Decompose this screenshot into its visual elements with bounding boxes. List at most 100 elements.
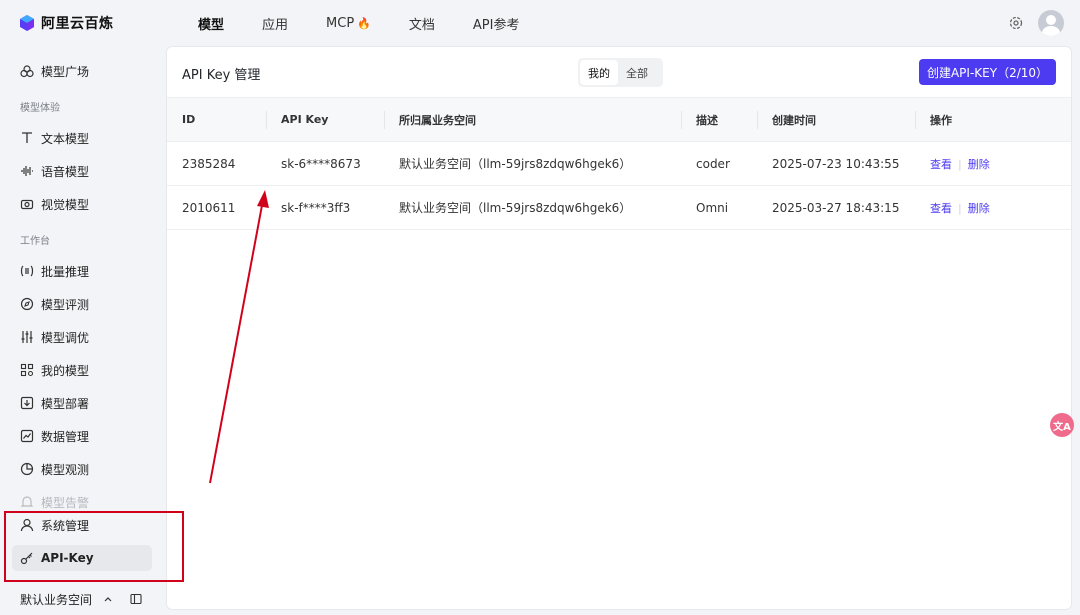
sidebar-item-system-mgmt[interactable]: 系统管理 (12, 512, 152, 538)
line-chart-icon (20, 429, 34, 443)
sidebar-item-label: 批量推理 (41, 264, 90, 279)
col-workspace: 所归属业务空间 (384, 97, 681, 142)
cell-workspace: 默认业务空间（llm-59jrs8zdqw6hgek6） (399, 157, 632, 171)
col-desc: 描述 (681, 97, 757, 142)
sidebar-item-api-key[interactable]: API-Key (12, 545, 152, 571)
nav-docs[interactable]: 文档 (409, 14, 435, 33)
cell-id: 2385284 (182, 156, 236, 171)
view-link[interactable]: 查看 (930, 158, 952, 171)
nav-apps-label: 应用 (262, 17, 289, 33)
cell-desc: coder (696, 156, 730, 171)
workspace-name: 默认业务空间 (20, 592, 93, 607)
translate-icon[interactable]: 文A (1050, 413, 1074, 437)
sidebar-item-model-eval[interactable]: 模型评测 (12, 291, 152, 317)
create-api-key-button[interactable]: 创建API-KEY（2/10） (919, 59, 1056, 85)
collapse-panel-icon[interactable] (130, 593, 142, 605)
sidebar-item-label: 我的模型 (41, 363, 90, 378)
sidebar-item-my-models[interactable]: 我的模型 (12, 357, 152, 383)
scope-mine[interactable]: 我的 (580, 60, 618, 85)
sidebar-item-vision-model[interactable]: 视觉模型 (12, 191, 152, 217)
api-key-table: ID API Key 所归属业务空间 描述 创建时间 操作 2385284 sk… (167, 97, 1071, 230)
page-title: API Key 管理 (182, 68, 261, 83)
top-nav: 模型 应用 MCP 🔥 文档 API参考 (198, 14, 557, 33)
brand-logo-icon (20, 15, 34, 31)
cell-api-key: sk-6****8673 (281, 156, 361, 171)
sidebar-group-workbench: 工作台 (20, 236, 50, 247)
cell-workspace: 默认业务空间（llm-59jrs8zdqw6hgek6） (399, 201, 632, 215)
sidebar-item-model-tuning[interactable]: 模型调优 (12, 324, 152, 350)
list-brackets-icon (20, 265, 34, 277)
sidebar: 模型广场 模型体验 文本模型 语音模型 视觉模型 工作台 批量推理 模型评测 模… (0, 46, 166, 615)
brand[interactable]: 阿里云百炼 (18, 13, 178, 33)
scope-toggle: 我的 全部 (578, 58, 663, 87)
sidebar-item-text-model[interactable]: 文本模型 (12, 125, 152, 151)
compass-icon (20, 297, 34, 311)
sidebar-item-model-deploy[interactable]: 模型部署 (12, 390, 152, 416)
delete-link[interactable]: 删除 (968, 202, 990, 215)
action-divider: | (958, 201, 962, 215)
sidebar-item-label: 模型广场 (41, 64, 90, 79)
sidebar-item-label: API-Key (41, 551, 94, 565)
sidebar-item-label: 系统管理 (41, 518, 90, 533)
nav-models[interactable]: 模型 (198, 14, 224, 33)
sidebar-item-label: 文本模型 (41, 131, 90, 146)
nav-models-label: 模型 (198, 17, 225, 33)
sidebar-item-label: 模型部署 (41, 396, 90, 411)
nav-apps[interactable]: 应用 (262, 14, 288, 33)
brand-name: 阿里云百炼 (41, 16, 114, 32)
bell-icon (20, 496, 34, 507)
cell-created: 2025-03-27 18:43:15 (772, 200, 900, 215)
col-created: 创建时间 (757, 97, 915, 142)
table-header-row: ID API Key 所归属业务空间 描述 创建时间 操作 (167, 97, 1071, 142)
sidebar-item-batch-inference[interactable]: 批量推理 (12, 258, 152, 284)
nav-docs-label: 文档 (408, 17, 435, 33)
delete-link[interactable]: 删除 (968, 158, 990, 171)
cell-desc: Omni (696, 200, 729, 215)
table-row: 2385284 sk-6****8673 默认业务空间（llm-59jrs8zd… (167, 142, 1071, 186)
cell-id: 2010611 (182, 200, 236, 215)
sliders-icon (21, 331, 33, 343)
cell-api-key: sk-f****3ff3 (281, 200, 351, 215)
key-icon (20, 552, 33, 565)
view-link[interactable]: 查看 (930, 202, 952, 215)
sidebar-item-voice-model[interactable]: 语音模型 (12, 158, 152, 184)
sidebar-group-experience: 模型体验 (20, 103, 60, 114)
scope-all[interactable]: 全部 (618, 60, 656, 85)
cube-icon (20, 65, 34, 78)
sidebar-item-label: 模型评测 (41, 297, 90, 312)
waveform-icon (21, 166, 33, 176)
top-bar: 阿里云百炼 模型 应用 MCP 🔥 文档 API参考 (0, 0, 1080, 46)
sidebar-item-label: 数据管理 (41, 429, 90, 444)
sidebar-item-label: 模型告警 (41, 495, 90, 510)
chevron-up-icon[interactable] (102, 593, 114, 605)
camera-icon (20, 199, 34, 210)
pie-chart-icon (20, 462, 34, 476)
grid-icon (20, 363, 34, 377)
nav-api-ref-label: API参考 (472, 17, 520, 33)
user-avatar[interactable] (1038, 10, 1064, 36)
table-row: 2010611 sk-f****3ff3 默认业务空间（llm-59jrs8zd… (167, 186, 1071, 230)
sidebar-item-model-observe[interactable]: 模型观测 (12, 456, 152, 482)
nav-mcp-label: MCP (326, 15, 355, 31)
action-divider: | (958, 157, 962, 171)
user-icon (20, 518, 34, 532)
col-api-key: API Key (266, 97, 384, 142)
sidebar-item-model-square[interactable]: 模型广场 (12, 58, 152, 84)
workspace-switcher[interactable]: 默认业务空间 (20, 590, 155, 608)
sidebar-item-label: 模型观测 (41, 462, 90, 477)
sidebar-item-label: 模型调优 (41, 330, 90, 345)
api-key-panel: API Key 管理 我的 全部 创建API-KEY（2/10） ID API … (166, 46, 1072, 610)
top-right-tools (1008, 0, 1064, 46)
cell-actions: 查看 | 删除 (915, 186, 1071, 230)
col-actions: 操作 (915, 97, 1071, 142)
fire-icon: 🔥 (357, 16, 371, 30)
sidebar-item-data-mgmt[interactable]: 数据管理 (12, 423, 152, 449)
download-box-icon (20, 396, 34, 410)
sidebar-item-label: 语音模型 (41, 164, 90, 179)
nav-api-ref[interactable]: API参考 (473, 14, 520, 33)
nav-mcp[interactable]: MCP 🔥 (326, 16, 371, 31)
sidebar-item-label: 视觉模型 (41, 197, 90, 212)
gear-icon[interactable] (1008, 15, 1024, 31)
text-icon (22, 132, 32, 143)
cell-created: 2025-07-23 10:43:55 (772, 156, 900, 171)
